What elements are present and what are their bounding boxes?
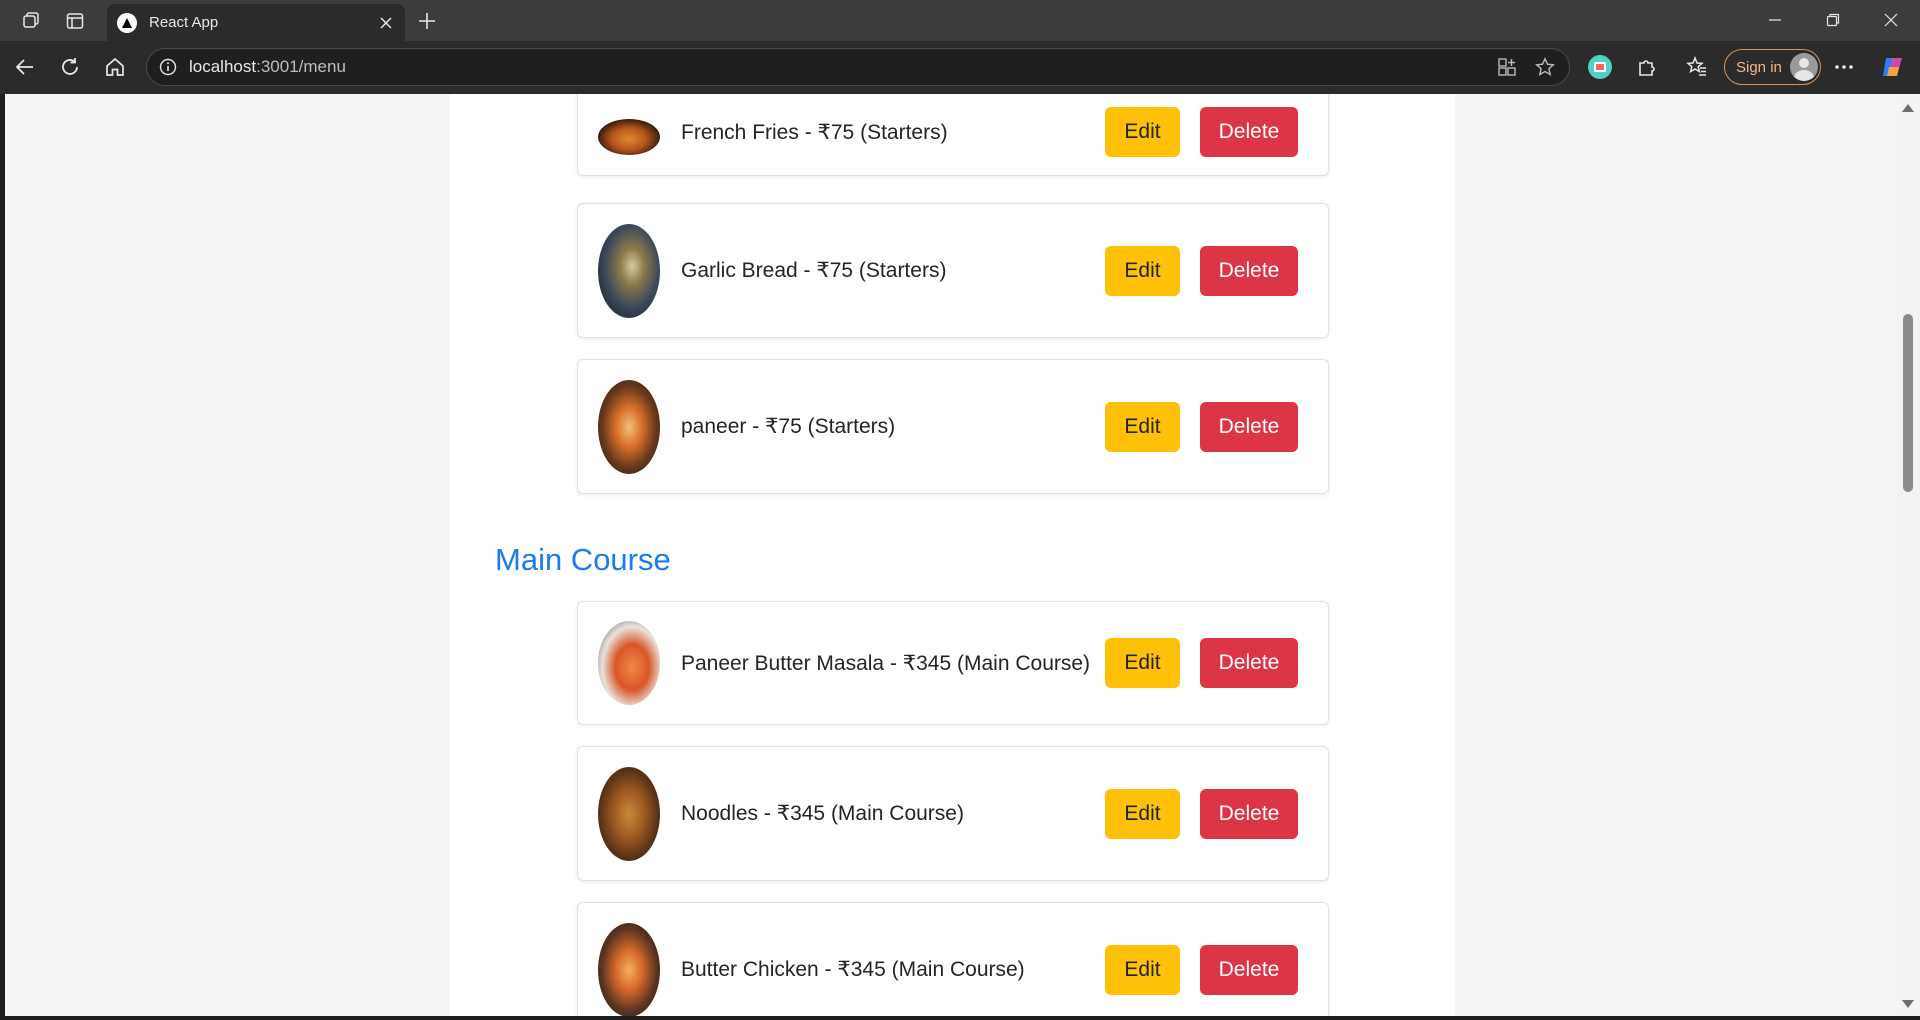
menu-item-text: Garlic Bread - ₹75 (Starters) <box>681 259 947 282</box>
edit-button[interactable]: Edit <box>1105 245 1180 296</box>
new-tab-icon[interactable] <box>412 7 442 35</box>
address-bar[interactable]: localhost:3001/menu <box>146 48 1570 86</box>
browser-tab-bar: React App <box>0 0 1920 41</box>
edit-button[interactable]: Edit <box>1105 638 1180 688</box>
menu-item-text: Butter Chicken - ₹345 (Main Course) <box>681 958 1025 981</box>
menu-item-card: Garlic Bread - ₹75 (Starters) Edit Delet… <box>577 203 1329 338</box>
scroll-up-arrow-icon[interactable] <box>1902 104 1914 112</box>
page-scrollbar[interactable] <box>1897 94 1920 1016</box>
food-photo-icon <box>598 766 660 861</box>
menu-item-text: Paneer Butter Masala - ₹345 (Main Course… <box>681 651 1091 675</box>
favorite-star-icon[interactable] <box>1535 57 1555 77</box>
vertical-tabs-icon[interactable] <box>60 8 90 34</box>
edit-button[interactable]: Edit <box>1105 401 1180 452</box>
tab-title: React App <box>149 14 219 31</box>
menu-item-card: Paneer Butter Masala - ₹345 (Main Course… <box>577 601 1329 725</box>
edit-button[interactable]: Edit <box>1105 107 1180 157</box>
reload-icon[interactable] <box>55 52 85 82</box>
browser-toolbar: localhost:3001/menu Sign in <box>0 41 1920 94</box>
sign-in-button[interactable]: Sign in <box>1724 49 1821 85</box>
food-photo-icon <box>598 922 660 1016</box>
food-photo-icon <box>598 621 660 705</box>
delete-button[interactable]: Delete <box>1200 401 1298 452</box>
home-icon[interactable] <box>100 52 130 82</box>
more-options-icon[interactable] <box>1829 52 1859 82</box>
sign-in-label: Sign in <box>1736 58 1782 76</box>
delete-button[interactable]: Delete <box>1200 245 1298 296</box>
window-close-icon[interactable] <box>1876 5 1906 35</box>
section-title-main-course: Main Course <box>495 542 671 577</box>
page-viewport: French Fries - ₹75 (Starters) Edit Delet… <box>5 94 1897 1016</box>
workspaces-icon[interactable] <box>16 8 46 34</box>
site-info-icon[interactable] <box>159 58 177 76</box>
tab-react-app[interactable]: React App <box>107 4 405 41</box>
restore-icon[interactable] <box>1818 5 1848 35</box>
food-photo-icon <box>598 379 660 474</box>
react-app-favicon-icon <box>117 12 137 33</box>
food-photo-icon <box>598 223 660 318</box>
url-host: localhost <box>189 57 257 76</box>
delete-button[interactable]: Delete <box>1200 638 1298 688</box>
edit-button[interactable]: Edit <box>1105 788 1180 839</box>
url-path: :3001/menu <box>256 57 346 76</box>
edit-button[interactable]: Edit <box>1105 944 1180 995</box>
menu-item-text: French Fries - ₹75 (Starters) <box>681 120 948 144</box>
food-photo-icon <box>598 119 660 155</box>
menu-item-card: paneer - ₹75 (Starters) Edit Delete <box>577 359 1329 494</box>
menu-item-card: Noodles - ₹345 (Main Course) Edit Delete <box>577 746 1329 881</box>
menu-item-card: Butter Chicken - ₹345 (Main Course) Edit… <box>577 902 1329 1016</box>
minimize-icon[interactable] <box>1760 5 1790 35</box>
menu-item-text: paneer - ₹75 (Starters) <box>681 415 896 438</box>
menu-item-text: Noodles - ₹345 (Main Course) <box>681 802 964 825</box>
scroll-down-arrow-icon[interactable] <box>1902 1000 1914 1008</box>
back-icon[interactable] <box>10 52 40 82</box>
tab-close-icon[interactable] <box>375 12 397 34</box>
profile-avatar-icon <box>1789 53 1818 81</box>
copilot-icon[interactable] <box>1878 52 1908 82</box>
url-text[interactable]: localhost:3001/menu <box>189 57 346 77</box>
favorites-collection-icon[interactable] <box>1682 52 1712 82</box>
extension-colorful-icon[interactable] <box>1585 52 1615 82</box>
extensions-puzzle-icon[interactable] <box>1632 52 1662 82</box>
delete-button[interactable]: Delete <box>1200 944 1298 995</box>
menu-item-card: French Fries - ₹75 (Starters) Edit Delet… <box>577 94 1329 176</box>
app-available-icon[interactable] <box>1497 57 1517 77</box>
delete-button[interactable]: Delete <box>1200 788 1298 839</box>
scrollbar-thumb[interactable] <box>1903 314 1913 492</box>
delete-button[interactable]: Delete <box>1200 107 1298 157</box>
